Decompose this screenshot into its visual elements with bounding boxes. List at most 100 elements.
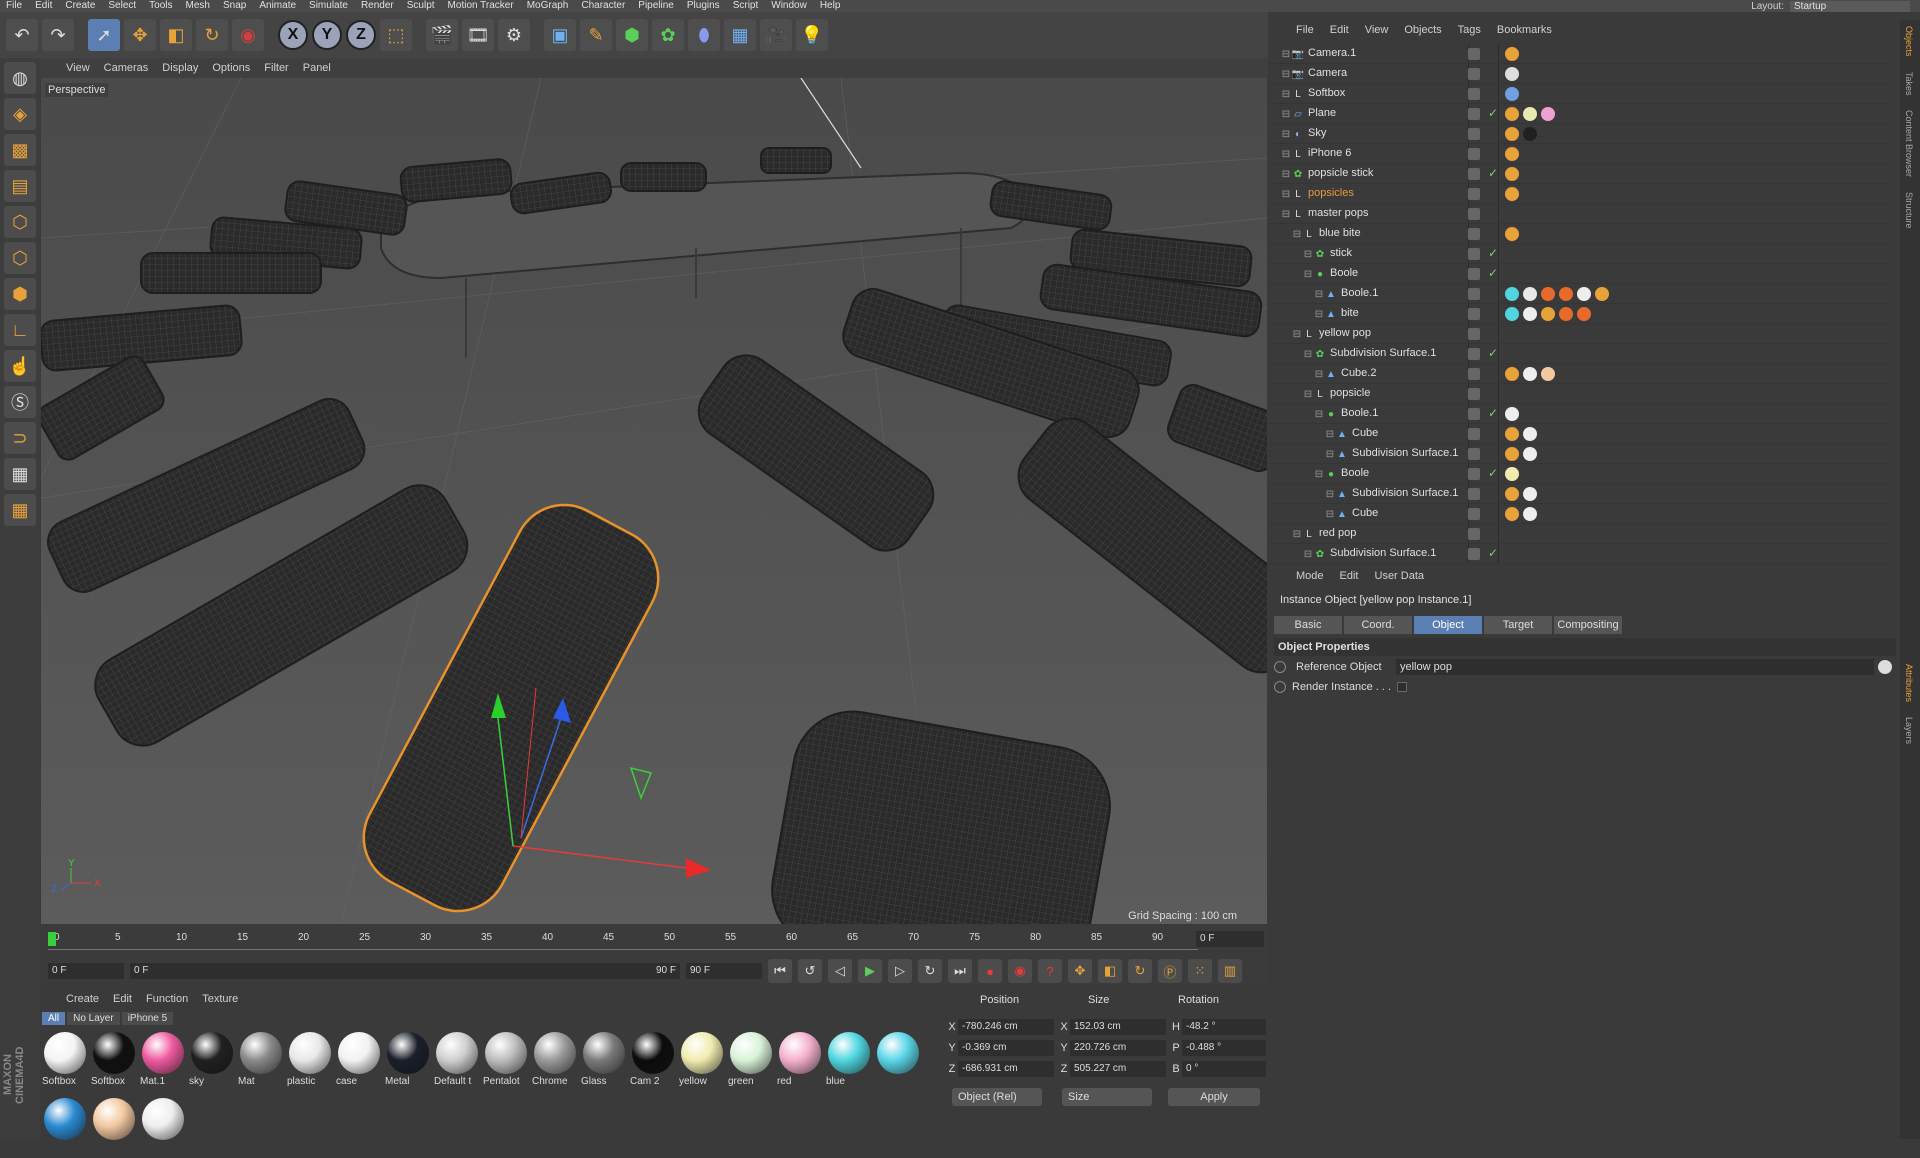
- menu-item-character[interactable]: Character: [581, 0, 625, 12]
- object-row[interactable]: ⊟ 📷 Camera: [1270, 64, 1888, 84]
- menu-item-sculpt[interactable]: Sculpt: [407, 0, 435, 12]
- material-tag-icon[interactable]: [1523, 367, 1537, 381]
- axis-mode-icon[interactable]: ∟: [4, 314, 36, 346]
- expand-toggle-icon[interactable]: ⊟: [1324, 448, 1336, 460]
- material-tag-icon[interactable]: [1505, 187, 1519, 201]
- attribute-menu-mode[interactable]: Mode: [1296, 570, 1324, 582]
- material-swatch[interactable]: blue: [826, 1030, 871, 1092]
- material-menu-function[interactable]: Function: [146, 993, 188, 1005]
- visibility-toggle[interactable]: [1468, 308, 1480, 320]
- object-row[interactable]: ⊟ 📷 Camera.1: [1270, 44, 1888, 64]
- material-tag-icon[interactable]: [1505, 67, 1519, 81]
- object-mode-dropdown[interactable]: Object (Rel): [952, 1088, 1042, 1106]
- select-tool-icon[interactable]: ➚: [88, 19, 120, 51]
- material-swatch[interactable]: red: [777, 1030, 822, 1092]
- visibility-toggle[interactable]: [1468, 488, 1480, 500]
- material-tab[interactable]: No Layer: [67, 1012, 120, 1025]
- locked-workplane-icon[interactable]: ▦: [4, 494, 36, 526]
- render-instance-checkbox[interactable]: [1397, 682, 1408, 692]
- material-swatch[interactable]: green: [728, 1030, 773, 1092]
- menu-item-window[interactable]: Window: [771, 0, 807, 12]
- expand-toggle-icon[interactable]: ⊟: [1324, 508, 1336, 520]
- material-tag-icon[interactable]: [1595, 287, 1609, 301]
- visibility-toggle[interactable]: [1468, 248, 1480, 260]
- expand-toggle-icon[interactable]: ⊟: [1280, 128, 1292, 140]
- visibility-toggle[interactable]: [1468, 348, 1480, 360]
- material-tag-icon[interactable]: [1577, 307, 1591, 321]
- visibility-toggle[interactable]: [1468, 408, 1480, 420]
- expand-toggle-icon[interactable]: ⊟: [1302, 248, 1314, 260]
- scale-tool-icon[interactable]: ◧: [160, 19, 192, 51]
- material-tag-icon[interactable]: [1505, 147, 1519, 161]
- material-tab[interactable]: iPhone 5: [121, 1012, 174, 1025]
- menu-item-script[interactable]: Script: [733, 0, 759, 12]
- attribute-menu-edit[interactable]: Edit: [1340, 570, 1359, 582]
- expand-toggle-icon[interactable]: ⊟: [1313, 408, 1325, 420]
- side-tab-layers[interactable]: Layers: [1904, 717, 1914, 744]
- side-tab-structure[interactable]: Structure: [1904, 192, 1914, 229]
- object-row[interactable]: ⊟ ✿ Subdivision Surface.1 ✓: [1270, 544, 1888, 564]
- floor-scene-icon[interactable]: ▦: [724, 19, 756, 51]
- material-swatch[interactable]: [875, 1030, 920, 1092]
- expand-toggle-icon[interactable]: ⊟: [1280, 48, 1292, 60]
- material-menu-create[interactable]: Create: [66, 993, 99, 1005]
- material-tag-icon[interactable]: [1577, 287, 1591, 301]
- viewport-menu-view[interactable]: View: [66, 62, 90, 74]
- y-axis-lock-button[interactable]: Y: [312, 20, 342, 50]
- expand-toggle-icon[interactable]: ⊟: [1302, 268, 1314, 280]
- frame-range-slider[interactable]: 0 F 90 F: [130, 963, 680, 979]
- tab-compositing[interactable]: Compositing: [1554, 616, 1622, 634]
- material-swatch[interactable]: Pentalot: [483, 1030, 528, 1092]
- visibility-toggle[interactable]: [1468, 428, 1480, 440]
- object-menu-view[interactable]: View: [1365, 24, 1389, 36]
- attribute-menu-user-data[interactable]: User Data: [1375, 570, 1425, 582]
- edges-mode-icon[interactable]: ⬡: [4, 242, 36, 274]
- visibility-toggle[interactable]: [1468, 388, 1480, 400]
- z-axis-lock-button[interactable]: Z: [346, 20, 376, 50]
- play-icon[interactable]: ▶: [858, 959, 882, 983]
- menu-item-motion-tracker[interactable]: Motion Tracker: [448, 0, 514, 12]
- viewport-menu-display[interactable]: Display: [162, 62, 198, 74]
- visibility-toggle[interactable]: [1468, 508, 1480, 520]
- enabled-check-icon[interactable]: ✓: [1488, 106, 1498, 120]
- layout-selector[interactable]: Layout: Startup: [1751, 0, 1910, 12]
- visibility-toggle[interactable]: [1468, 48, 1480, 60]
- expand-toggle-icon[interactable]: ⊟: [1313, 468, 1325, 480]
- visibility-toggle[interactable]: [1468, 188, 1480, 200]
- rotation-field[interactable]: 0 °: [1182, 1061, 1266, 1077]
- object-row[interactable]: ⊟ ▲ Cube: [1270, 424, 1888, 444]
- end-frame-field[interactable]: 90 F: [686, 963, 762, 979]
- size-field[interactable]: 220.726 cm: [1070, 1040, 1166, 1056]
- polygons-mode-icon[interactable]: ⬢: [4, 278, 36, 310]
- visibility-toggle[interactable]: [1468, 168, 1480, 180]
- object-row[interactable]: ⊟ Lblue bite: [1270, 224, 1888, 244]
- subdivision-generator-icon[interactable]: ⬢: [616, 19, 648, 51]
- camera-object-icon[interactable]: 🎥: [760, 19, 792, 51]
- viewport-menu-cameras[interactable]: Cameras: [104, 62, 149, 74]
- magnet-icon[interactable]: ⊃: [4, 422, 36, 454]
- material-tag-icon[interactable]: [1523, 487, 1537, 501]
- tab-target[interactable]: Target: [1484, 616, 1552, 634]
- coordinate-system-icon[interactable]: ⬚: [380, 19, 412, 51]
- material-swatch[interactable]: Mat: [238, 1030, 283, 1092]
- visibility-toggle[interactable]: [1468, 68, 1480, 80]
- render-picture-viewer-icon[interactable]: 🎞: [462, 19, 494, 51]
- key-parameter-icon[interactable]: Ⓟ: [1158, 959, 1182, 983]
- material-swatch[interactable]: [42, 1096, 87, 1158]
- size-field[interactable]: 152.03 cm: [1070, 1019, 1166, 1035]
- workplane-grid-icon[interactable]: ▦: [4, 458, 36, 490]
- cube-primitive-icon[interactable]: ▣: [544, 19, 576, 51]
- material-menu-edit[interactable]: Edit: [113, 993, 132, 1005]
- workplane-icon[interactable]: ▤: [4, 170, 36, 202]
- menu-item-plugins[interactable]: Plugins: [687, 0, 720, 12]
- material-tag-icon[interactable]: [1505, 427, 1519, 441]
- snapping-icon[interactable]: Ⓢ: [4, 386, 36, 418]
- playhead[interactable]: [48, 932, 56, 946]
- material-tag-icon[interactable]: [1505, 307, 1519, 321]
- visibility-toggle[interactable]: [1468, 548, 1480, 560]
- material-swatch[interactable]: Softbox: [42, 1030, 87, 1092]
- autokey-icon[interactable]: ◉: [1008, 959, 1032, 983]
- object-row[interactable]: ⊟ ✿ popsicle stick ✓: [1270, 164, 1888, 184]
- visibility-toggle[interactable]: [1468, 148, 1480, 160]
- side-tab-attributes[interactable]: Attributes: [1904, 664, 1914, 702]
